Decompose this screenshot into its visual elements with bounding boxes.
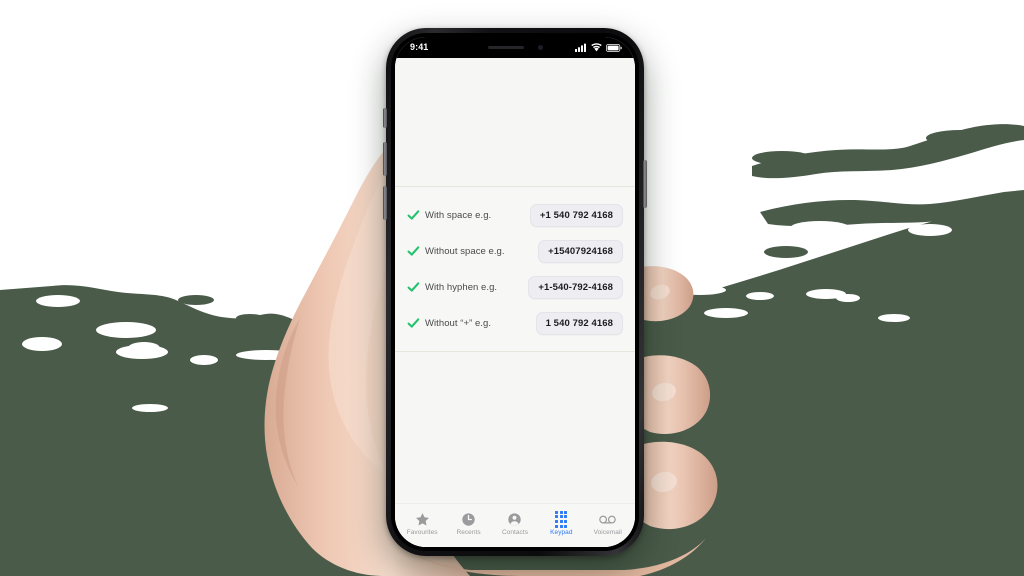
status-bar-time: 9:41: [410, 42, 429, 52]
volume-up-button[interactable]: [383, 142, 387, 176]
mute-switch[interactable]: [383, 108, 387, 128]
tab-voicemail[interactable]: Voicemail: [586, 511, 630, 537]
person-icon: [507, 511, 522, 528]
green-check-icon: [405, 243, 421, 259]
phone-number-chip[interactable]: +15407924168: [538, 239, 623, 263]
list-item[interactable]: With space e.g. +1 540 792 4168: [395, 197, 635, 233]
tab-recents[interactable]: Recents: [447, 511, 491, 537]
phone-number-chip[interactable]: +1-540-792-4168: [528, 275, 623, 299]
list-item[interactable]: Without “+” e.g. 1 540 792 4168: [395, 305, 635, 341]
phone-number-chip[interactable]: 1 540 792 4168: [535, 311, 623, 335]
list-item[interactable]: With hyphen e.g. +1-540-792-4168: [395, 269, 635, 305]
tab-label: Favourites: [406, 528, 438, 536]
signal-icon: [575, 43, 586, 52]
earpiece-speaker-icon: [487, 46, 524, 49]
tab-favourites[interactable]: Favourites: [400, 511, 444, 537]
wifi-icon: [591, 43, 602, 52]
star-icon: [415, 511, 430, 528]
clock-icon: [461, 511, 476, 528]
tab-label: Voicemail: [593, 528, 622, 536]
status-bar-icons: [575, 43, 622, 52]
phone-screen: 9:41 With space e.g. +1 540 792 4168 Wit…: [395, 37, 635, 547]
phone-format-list: With space e.g. +1 540 792 4168 Without …: [395, 186, 635, 352]
tab-contacts[interactable]: Contacts: [493, 511, 537, 537]
list-item-label: With space e.g.: [425, 209, 492, 221]
battery-icon: [606, 43, 622, 52]
tab-label: Keypad: [550, 528, 573, 536]
smartphone-device: 9:41 With space e.g. +1 540 792 4168 Wit…: [386, 28, 644, 556]
bottom-tab-bar: Favourites Recents Contacts Keypad Voice…: [395, 503, 635, 547]
green-check-icon: [405, 279, 421, 295]
list-item-label: Without “+” e.g.: [425, 317, 492, 329]
content-top-spacer: [395, 58, 635, 186]
green-check-icon: [405, 207, 421, 223]
device-notch: [459, 37, 571, 58]
list-item-label: Without space e.g.: [425, 245, 505, 257]
green-check-icon: [405, 315, 421, 331]
volume-down-button[interactable]: [383, 186, 387, 220]
tab-keypad[interactable]: Keypad: [539, 510, 583, 537]
phone-number-chip[interactable]: +1 540 792 4168: [529, 203, 623, 227]
power-button[interactable]: [643, 160, 647, 208]
keypad-icon: [555, 510, 568, 528]
list-item[interactable]: Without space e.g. +15407924168: [395, 233, 635, 269]
content-bottom-spacer: [395, 352, 635, 503]
list-item-label: With hyphen e.g.: [425, 281, 498, 293]
tab-label: Contacts: [501, 528, 528, 536]
app-content: With space e.g. +1 540 792 4168 Without …: [395, 58, 635, 547]
tab-label: Recents: [456, 528, 481, 536]
voicemail-icon: [599, 511, 617, 528]
front-camera-icon: [537, 45, 543, 50]
screenshot-stage: 9:41 With space e.g. +1 540 792 4168 Wit…: [0, 0, 1024, 576]
